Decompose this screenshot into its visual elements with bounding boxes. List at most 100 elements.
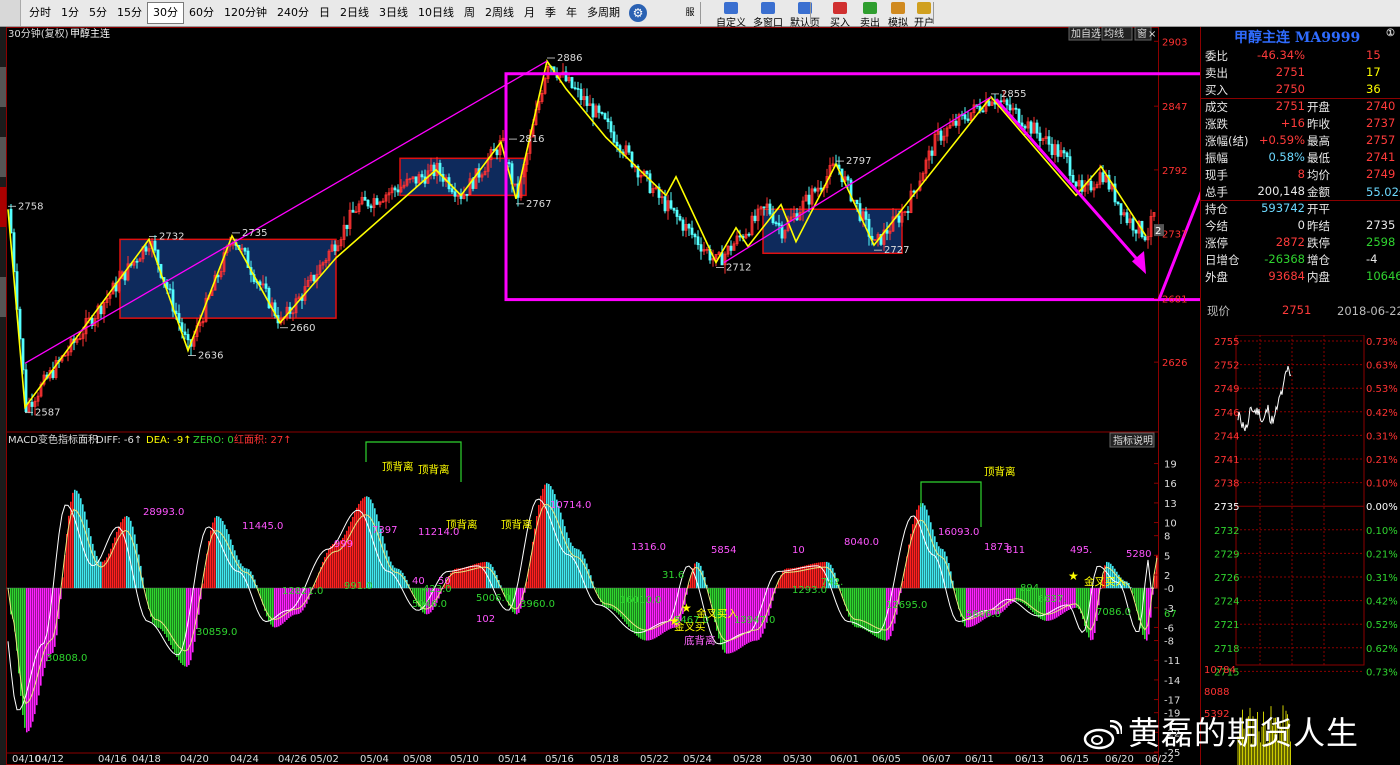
macd-tick-label: -11: [1164, 656, 1180, 667]
period-10[interactable]: 3日线: [374, 3, 413, 23]
macd-bar: [476, 563, 478, 589]
period-0[interactable]: 分时: [24, 3, 56, 23]
quote-label: 现手: [1205, 168, 1228, 182]
macd-area-value: 31.6: [662, 570, 684, 581]
simulate-button[interactable]: 模拟: [884, 0, 912, 29]
candle-body: [678, 216, 682, 221]
macd-bar: [46, 588, 48, 662]
macd-bar: [666, 588, 668, 631]
macd-bar: [384, 543, 386, 589]
settings-gear-icon[interactable]: ⚙: [629, 4, 647, 22]
period-2[interactable]: 5分: [84, 3, 112, 23]
toolbar-divider: [933, 2, 934, 24]
macd-bar: [188, 588, 190, 666]
toolbar-side-label[interactable]: 服: [683, 0, 697, 26]
quote-value: 200,148: [1257, 184, 1305, 198]
macd-bar: [252, 574, 254, 589]
toolbar-handle[interactable]: [0, 0, 21, 26]
candle-body: [597, 105, 601, 113]
period-14[interactable]: 月: [519, 3, 540, 23]
macd-bar: [924, 505, 926, 589]
sell-button[interactable]: 卖出: [856, 0, 884, 29]
macd-bar: [1014, 588, 1016, 602]
macd-bar: [30, 588, 32, 728]
macd-bar: [1068, 588, 1070, 610]
macd-bar: [154, 588, 156, 627]
quote-value: 593742: [1261, 201, 1305, 215]
macd-bar: [76, 490, 78, 589]
candle-body: [312, 274, 316, 282]
macd-bar: [250, 571, 252, 589]
macd-bar: [386, 550, 388, 589]
macd-area-value: 30859.0: [196, 627, 237, 638]
candle-body: [999, 100, 1003, 103]
macd-bar: [562, 519, 564, 589]
macd-signal-label: 顶背离: [501, 518, 533, 531]
macd-signal-label: 金叉买入: [1084, 575, 1126, 588]
star-icon: ★: [681, 601, 692, 615]
macd-area-value: 742.: [821, 577, 843, 588]
candle-body: [30, 401, 34, 407]
quote-row: 日增仓 -26368 增仓 -4: [1201, 251, 1400, 269]
toolbar-divider: [700, 2, 701, 24]
candle-body: [846, 176, 850, 181]
macd-bar: [938, 546, 940, 589]
candle-body: [495, 149, 499, 156]
macd-bar: [588, 569, 590, 589]
multi-window-button[interactable]: 多窗口: [750, 0, 786, 29]
macd-tick-label: -14: [1164, 676, 1180, 687]
macd-area-value: 8040.0: [844, 537, 879, 548]
price-tick-label: 2737: [1162, 230, 1187, 241]
macd-bar: [90, 536, 92, 589]
mini-price-tick: 2752: [1214, 361, 1239, 372]
price-tick-label: 2626: [1162, 358, 1187, 369]
period-8[interactable]: 日: [314, 3, 335, 23]
custom-button[interactable]: 自定义: [713, 0, 749, 29]
period-6[interactable]: 120分钟: [219, 3, 272, 23]
info-icon[interactable]: ①: [1386, 28, 1395, 39]
macd-bar: [482, 562, 484, 589]
period-12[interactable]: 周: [459, 3, 480, 23]
close-icon[interactable]: ×: [1148, 29, 1156, 40]
macd-bar: [388, 556, 390, 589]
candle-body: [21, 338, 25, 371]
period-3[interactable]: 15分: [112, 3, 147, 23]
period-11[interactable]: 10日线: [413, 3, 459, 23]
period-1[interactable]: 1分: [56, 3, 84, 23]
candle-body: [507, 162, 511, 165]
macd-bar: [276, 588, 278, 628]
period-16[interactable]: 年: [561, 3, 582, 23]
macd-bar: [176, 588, 178, 657]
macd-area-value: 10: [792, 545, 805, 556]
buy-button[interactable]: 买入: [826, 0, 854, 29]
macd-bar: [456, 568, 458, 589]
macd-signal-label: 底背离: [684, 634, 716, 647]
macd-bar: [494, 570, 496, 589]
period-7[interactable]: 240分: [272, 3, 314, 23]
macd-bar: [568, 537, 570, 589]
macd-bar: [788, 568, 790, 589]
quote-value: 106464: [1366, 269, 1400, 283]
macd-bar: [934, 536, 936, 589]
macd-bar: [700, 565, 702, 589]
candle-body: [906, 211, 910, 213]
macd-bar: [870, 588, 872, 634]
macd-bar: [184, 588, 186, 667]
candle-body: [414, 176, 418, 184]
period-5[interactable]: 60分: [184, 3, 219, 23]
x-date-label: 05/02: [310, 754, 339, 765]
period-4[interactable]: 30分: [147, 2, 184, 24]
quote-value: 2749: [1366, 167, 1396, 181]
candle-body: [729, 245, 733, 251]
period-15[interactable]: 季: [540, 3, 561, 23]
period-9[interactable]: 2日线: [335, 3, 374, 23]
period-17[interactable]: 多周期: [582, 3, 625, 23]
candle-body: [450, 188, 454, 193]
candle-body: [675, 209, 679, 217]
macd-bar: [878, 588, 880, 639]
price-tick-label: 2903: [1162, 37, 1187, 48]
default-page-button[interactable]: 默认页: [787, 0, 823, 29]
period-13[interactable]: 2周线: [480, 3, 519, 23]
divergence-bracket: [920, 481, 982, 527]
x-date-label: 05/08: [403, 754, 432, 765]
